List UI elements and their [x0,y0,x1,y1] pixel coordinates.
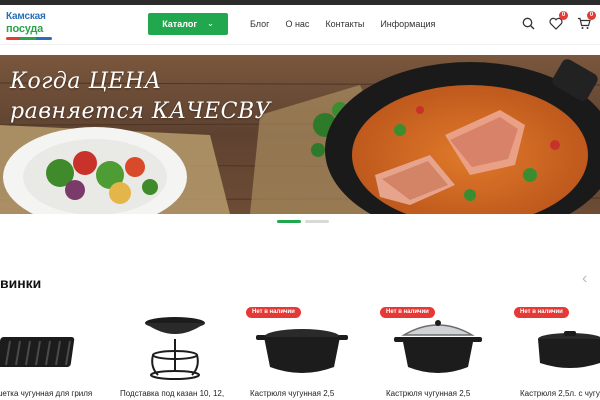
product-card[interactable]: Нет в наличии Кастрюля 2,5л. с чугу [514,300,600,400]
product-name[interactable]: Подставка под казан 10, 12, [120,389,260,398]
hero-line-2: равняется КАЧЕСВУ [10,99,271,124]
slider-dot-2[interactable] [305,220,329,223]
header-icons: 0 0 [520,11,600,37]
heart-icon[interactable]: 0 [548,11,568,31]
product-carousel: шетка чугунная для гриля Подставка под к… [0,300,600,400]
catalog-button-label: Каталог [162,19,198,29]
logo-text-line2: посуда [6,23,44,35]
product-card[interactable]: Нет в наличии Кастрюля чугунная 2,5 [246,300,380,400]
cart-icon[interactable]: 0 [576,11,596,31]
hero-headline: Когда ЦЕНА равняется КАЧЕСВУ [10,67,271,127]
carousel-prev-icon[interactable]: ‹ [582,268,598,290]
search-icon[interactable] [520,15,536,31]
product-name[interactable]: Кастрюля 2,5л. с чугу [520,389,600,398]
favorites-badge: 0 [559,11,568,20]
product-name[interactable]: Кастрюля чугунная 2,5 [250,389,390,398]
slider-dot-1[interactable] [277,220,301,223]
product-image [145,317,205,380]
catalog-button[interactable]: Каталог ⌄ [148,13,228,35]
hero-line-1: Когда ЦЕНА [10,69,162,94]
product-card[interactable]: шетка чугунная для гриля [0,300,122,400]
nav-item-blog[interactable]: Блог [250,19,269,29]
hero-banner[interactable]: Когда ЦЕНА равняется КАЧЕСВУ [0,55,600,214]
logo-text-line1: Камская [6,11,46,22]
nav-item-contacts[interactable]: Контакты [325,19,364,29]
nav-item-about[interactable]: О нас [285,19,309,29]
product-image [538,331,600,368]
slider-dots [277,220,329,223]
product-name[interactable]: шетка чугунная для гриля [0,389,136,398]
chevron-down-icon: ⌄ [207,19,214,28]
product-name[interactable]: Кастрюля чугунная 2,5 [386,389,526,398]
site-header: Камская посуда Каталог ⌄ Блог О нас Конт… [0,5,600,45]
product-image [256,329,348,373]
product-image [394,320,482,373]
nav-item-info[interactable]: Информация [380,19,435,29]
logo-underline [6,37,52,40]
section-title: винки [0,275,42,291]
product-card[interactable]: Нет в наличии Кастрюля чугунная 2,5 [380,300,516,400]
logo[interactable]: Камская посуда [6,11,54,41]
cart-badge: 0 [587,11,596,20]
main-nav: Блог О нас Контакты Информация [250,13,435,35]
product-image [0,337,75,367]
product-card[interactable]: Подставка под казан 10, 12, [120,300,250,400]
